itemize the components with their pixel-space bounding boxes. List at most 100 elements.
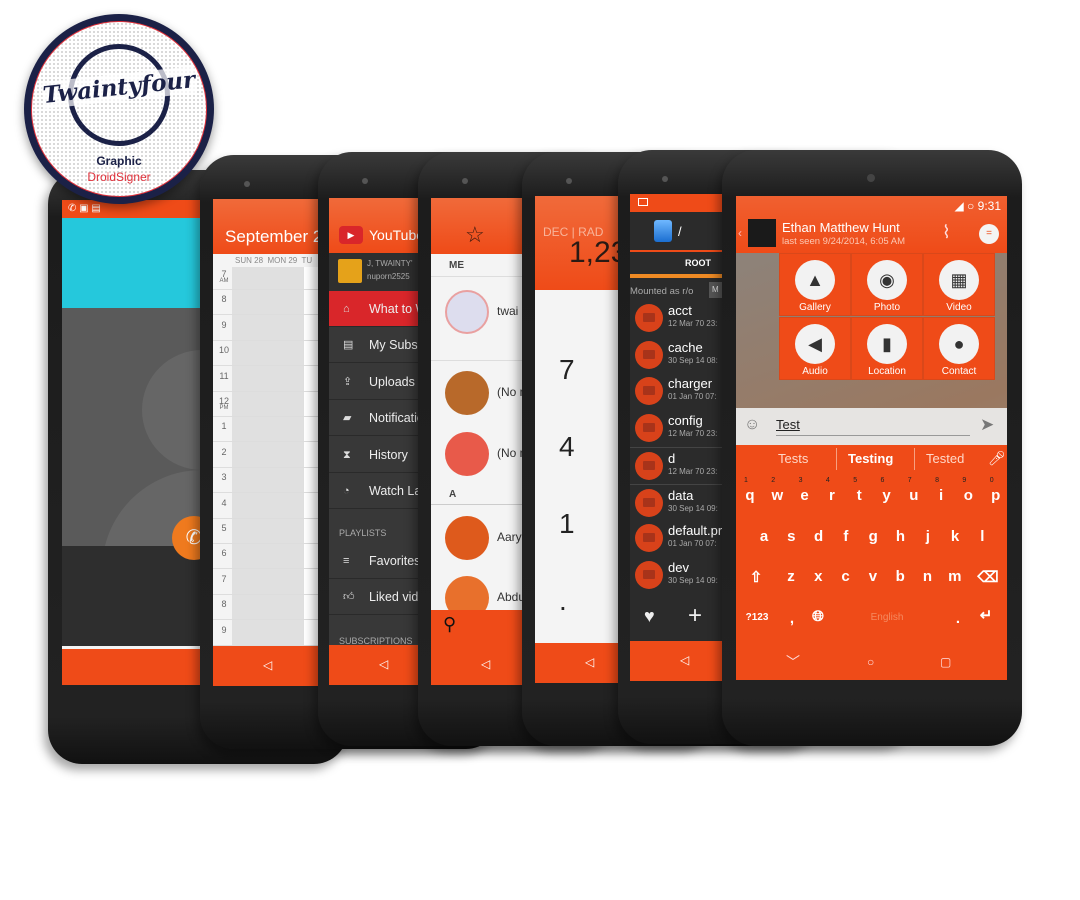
space-key[interactable]: English [832,612,942,623]
back-button[interactable]: ◁ [680,653,689,667]
key-z[interactable]: z [779,568,803,585]
search-icon[interactable]: ⚲ [443,614,456,635]
folder-icon [635,560,663,589]
hour-label: 9 [221,319,227,330]
key-q[interactable]: 1q [738,477,762,504]
key-e[interactable]: 3e [793,477,817,504]
calendar-day-header: SUN 28 MON 29 TU [235,256,313,265]
microphone-icon[interactable]: 🎤︎ [988,450,1006,467]
backspace-key[interactable]: ⌫ [976,568,1000,586]
key-l[interactable]: l [970,528,994,545]
account-name: J, TWAINTY' [367,259,413,268]
list-icon: ≡ [343,555,350,567]
calc-key[interactable]: . [559,585,567,617]
am-label: AM [219,278,229,284]
folder-icon [635,414,663,443]
attach-gallery[interactable]: ▲ Gallery [779,253,851,316]
folder-icon [635,451,663,480]
key-y[interactable]: 6y [875,477,899,504]
suggestion[interactable]: Tested [926,451,964,466]
folder-icon [635,488,663,517]
notifications-icon: ▰ [343,412,352,425]
nav-home-icon[interactable]: ○ [867,655,874,669]
calc-key[interactable]: 7 [559,354,575,386]
key-f[interactable]: f [834,528,858,545]
logo-badge: Twaintyfour Graphic DroidSigner [24,14,214,204]
suggestion[interactable]: Testing [848,451,893,466]
key-c[interactable]: c [834,568,858,585]
suggestion[interactable]: Tests [778,451,808,466]
key-s[interactable]: s [779,528,803,545]
attach-video[interactable]: ▦ Video [923,253,995,316]
key-b[interactable]: b [888,568,912,585]
key-v[interactable]: v [861,568,885,585]
comma-key[interactable]: , [780,610,804,627]
favorite-icon[interactable]: ♥ [644,606,655,627]
pm-label: PM [219,405,229,411]
attach-photo[interactable]: ◉ Photo [851,253,923,316]
globe-icon[interactable]: 🌐︎ [806,608,830,625]
back-button[interactable]: ◁ [481,657,490,671]
key-p[interactable]: 0p [984,477,1007,504]
back-chevron-icon[interactable]: ‹ [738,226,742,240]
tab-root[interactable]: ROOT [685,258,711,268]
key-u[interactable]: 7u [902,477,926,504]
menu-icon[interactable]: = [979,224,999,244]
key-x[interactable]: x [806,568,830,585]
hour-label: 7 [221,573,227,584]
back-button[interactable]: ◁ [585,655,594,669]
attach-contact[interactable]: ● Contact [923,317,995,380]
key-o[interactable]: 9o [956,477,980,504]
key-a[interactable]: a [752,528,776,545]
attach-location[interactable]: ▮ Location [851,317,923,380]
key-i[interactable]: 8i [929,477,953,504]
folder-icon [635,340,663,369]
gallery-icon: ▲ [795,260,835,300]
app-icon [654,220,672,242]
key-k[interactable]: k [943,528,967,545]
key-d[interactable]: d [807,528,831,545]
hour-label: 8 [221,294,227,305]
me-header: ME [449,260,464,271]
paperclip-icon[interactable]: ⌇ [942,222,951,243]
period-key[interactable]: . [946,610,970,627]
avatar [338,259,362,283]
shift-key[interactable]: ⇧ [744,568,768,586]
key-r[interactable]: 4r [820,477,844,504]
clock-icon: ◔ [343,485,350,497]
hour-label: 1 [221,421,227,432]
section-a-header: A [449,489,457,500]
emoji-icon[interactable]: ☺ [744,416,760,434]
hour-label: 3 [221,472,227,483]
symbols-key[interactable]: ?123 [742,612,772,623]
avatar [445,432,489,476]
back-button[interactable]: ◁ [263,658,272,672]
video-icon: ▦ [939,260,979,300]
subscriptions-icon: ▤ [343,339,354,352]
attach-audio[interactable]: ◀ Audio [779,317,851,380]
key-w[interactable]: 2w [765,477,789,504]
add-icon[interactable]: + [688,602,702,630]
key-h[interactable]: h [889,528,913,545]
hour-label: 6 [221,548,227,559]
chat-screen: ◢ ○ 9:31 ‹ Ethan Matthew Hunt last seen … [736,196,1007,680]
back-button[interactable]: ◁ [379,657,388,671]
send-icon[interactable]: ➤ [980,415,994,435]
key-m[interactable]: m [943,568,967,585]
folder-icon [635,377,663,406]
nav-recents-icon[interactable]: ▢ [940,655,951,669]
hour-label: 9 [221,624,227,635]
key-n[interactable]: n [916,568,940,585]
image-icon [638,198,648,206]
last-seen: last seen 9/24/2014, 6:05 AM [782,236,906,247]
message-input[interactable] [776,414,970,436]
nav-back-icon[interactable]: ﹀ [786,652,800,672]
enter-key[interactable]: ↵ [974,606,998,624]
key-g[interactable]: g [861,528,885,545]
calc-key[interactable]: 4 [559,431,575,463]
key-j[interactable]: j [916,528,940,545]
contact-icon: ● [939,324,979,364]
calc-key[interactable]: 1 [559,508,575,540]
star-icon[interactable]: ☆ [465,222,485,248]
key-t[interactable]: 5t [847,477,871,504]
